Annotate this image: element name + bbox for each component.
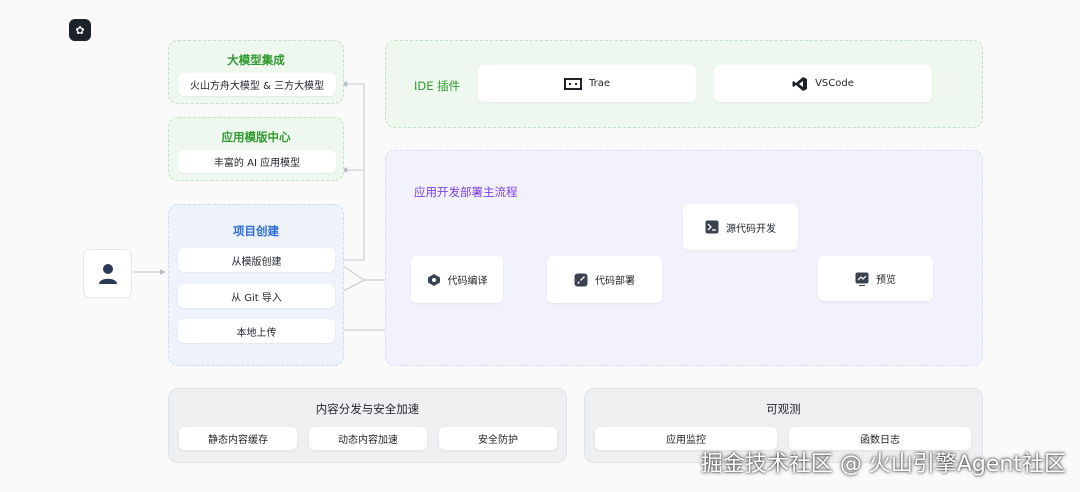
rocket-icon (574, 273, 588, 287)
deploy-node[interactable]: 代码部署 (547, 256, 662, 303)
ide-plugin-panel: IDE 插件 Trae VSCode (385, 40, 983, 128)
ide-plugin-title: IDE 插件 (414, 79, 461, 93)
import-from-git-button[interactable]: 从 Git 导入 (178, 284, 335, 308)
vscode-label: VSCode (815, 78, 854, 89)
main-flow-title: 应用开发部署主流程 (414, 185, 518, 199)
llm-integration-panel: 大模型集成 火山方舟大模型 & 三方大模型 (168, 40, 344, 104)
watermark: 掘金技术社区 @ 火山引擎Agent社区 (700, 452, 1066, 477)
source-dev-label: 源代码开发 (726, 223, 776, 235)
cdn-title: 内容分发与安全加速 (315, 402, 420, 416)
compile-node[interactable]: 代码编译 (411, 256, 503, 303)
template-center-item[interactable]: 丰富的 AI 应用模型 (178, 150, 336, 173)
trae-plugin-card[interactable]: Trae (478, 65, 696, 102)
trae-label: Trae (588, 78, 611, 89)
create-from-template-button[interactable]: 从模版创建 (178, 248, 335, 272)
security-protection-button[interactable]: 安全防护 (439, 427, 557, 450)
observability-title: 可观测 (766, 402, 801, 416)
template-center-panel: 应用模版中心 丰富的 AI 应用模型 (168, 117, 344, 181)
source-dev-node[interactable]: 源代码开发 (683, 204, 798, 250)
vscode-icon (792, 76, 808, 92)
llm-integration-item[interactable]: 火山方舟大模型 & 三方大模型 (178, 73, 336, 96)
preview-node[interactable]: 预览 (818, 256, 933, 301)
compile-icon (427, 273, 441, 287)
template-center-title: 应用模版中心 (221, 130, 291, 144)
local-upload-button[interactable]: 本地上传 (178, 319, 335, 343)
preview-icon (855, 272, 869, 286)
compile-label: 代码编译 (447, 276, 488, 287)
preview-label: 预览 (876, 275, 896, 286)
trae-icon (563, 77, 582, 90)
project-create-panel: 项目创建 从模版创建 从 Git 导入 本地上传 (168, 204, 344, 366)
user-avatar[interactable] (83, 249, 132, 298)
vscode-plugin-card[interactable]: VSCode (714, 65, 932, 102)
terminal-icon (705, 220, 719, 234)
dynamic-accel-button[interactable]: 动态内容加速 (309, 427, 427, 450)
deploy-label: 代码部署 (595, 276, 635, 287)
llm-integration-title: 大模型集成 (227, 53, 285, 67)
static-cache-button[interactable]: 静态内容缓存 (179, 427, 297, 450)
project-create-title: 项目创建 (233, 224, 279, 238)
user-icon (98, 263, 117, 284)
cdn-panel: 内容分发与安全加速 静态内容缓存 动态内容加速 安全防护 (168, 388, 567, 463)
